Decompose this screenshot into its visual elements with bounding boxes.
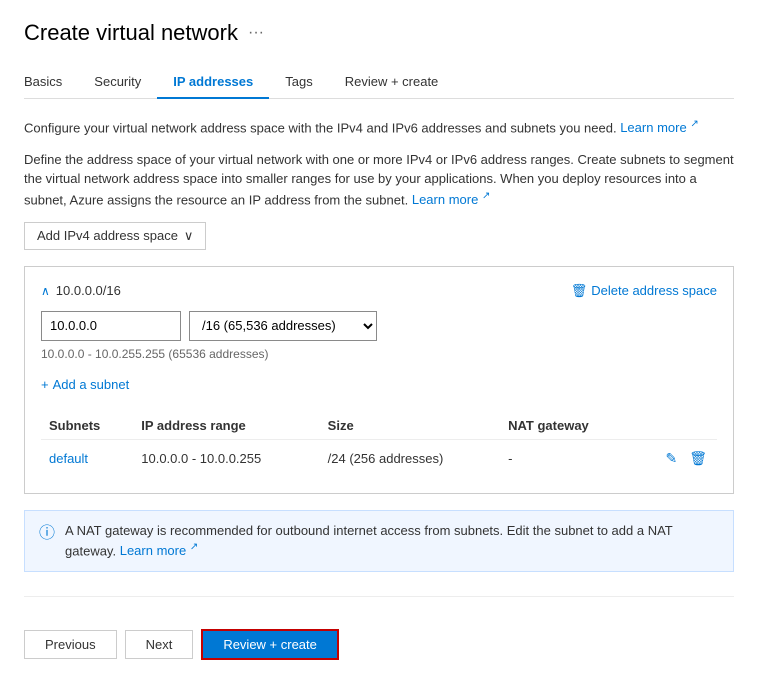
address-space-container: ∧ 10.0.0.0/16 🗑 Delete address space /16… [24,266,734,494]
more-options-icon[interactable]: ··· [248,24,264,42]
footer-buttons: Previous Next Review + create [24,613,734,676]
edit-subnet-button[interactable]: ✎ [663,448,679,469]
external-link-icon-2: ↗ [482,191,490,202]
delete-subnet-button[interactable]: 🗑 [687,448,709,469]
address-space-header: ∧ 10.0.0.0/16 🗑 Delete address space [41,283,717,299]
subnet-name-cell: default [41,439,133,477]
subnet-actions-cell: ✎ 🗑 [633,439,717,477]
add-subnet-label: Add a subnet [53,377,130,392]
action-icons: ✎ 🗑 [641,448,709,469]
subnet-nat-cell: - [500,439,633,477]
external-link-icon-1: ↗ [690,119,698,130]
nat-warning-box: ⓘ A NAT gateway is recommended for outbo… [24,510,734,572]
previous-button[interactable]: Previous [24,630,117,659]
col-header-nat: NAT gateway [500,412,633,440]
tab-review-create[interactable]: Review + create [329,66,455,99]
footer-divider [24,596,734,597]
learn-more-link-1[interactable]: Learn more ↗ [620,120,699,135]
cidr-select[interactable]: /16 (65,536 addresses) /17 (32,768 addre… [189,311,377,341]
tab-tags[interactable]: Tags [269,66,328,99]
address-input-row: /16 (65,536 addresses) /17 (32,768 addre… [41,311,717,341]
plus-icon: + [41,377,49,392]
col-header-actions [633,412,717,440]
add-ipv4-button[interactable]: Add IPv4 address space ∨ [24,222,206,250]
subnets-table: Subnets IP address range Size NAT gatewa… [41,412,717,477]
subnet-ip-range-cell: 10.0.0.0 - 10.0.0.255 [133,439,319,477]
address-space-label: ∧ 10.0.0.0/16 [41,283,121,298]
nat-warning-text: A NAT gateway is recommended for outboun… [65,521,719,561]
trash-icon: 🗑 [689,450,707,466]
tab-security[interactable]: Security [78,66,157,99]
add-subnet-button[interactable]: + Add a subnet [41,373,129,396]
col-header-subnets: Subnets [41,412,133,440]
learn-more-link-2[interactable]: Learn more ↗ [412,192,491,207]
add-ipv4-label: Add IPv4 address space [37,228,178,243]
subnet-name-link[interactable]: default [49,451,88,466]
page-title: Create virtual network [24,20,238,46]
collapse-icon[interactable]: ∧ [41,284,50,298]
col-header-size: Size [320,412,500,440]
tab-bar: Basics Security IP addresses Tags Review… [24,66,734,99]
ip-address-input[interactable] [41,311,181,341]
col-header-ip-range: IP address range [133,412,319,440]
dropdown-arrow-icon: ∨ [184,228,194,244]
edit-icon: ✎ [665,450,677,466]
tab-basics[interactable]: Basics [24,66,78,99]
external-link-icon-3: ↗ [190,542,198,553]
description-1: Configure your virtual network address s… [24,117,734,138]
address-space-value: 10.0.0.0/16 [56,283,121,298]
description-2: Define the address space of your virtual… [24,150,734,210]
delete-address-space-link[interactable]: 🗑 Delete address space [571,283,717,299]
delete-label: Delete address space [591,283,717,298]
info-icon: ⓘ [39,522,55,546]
subnet-size-cell: /24 (256 addresses) [320,439,500,477]
tab-ip-addresses[interactable]: IP addresses [157,66,269,99]
review-create-button[interactable]: Review + create [201,629,339,660]
nat-learn-more-link[interactable]: Learn more ↗ [120,543,199,558]
next-button[interactable]: Next [125,630,194,659]
address-range-hint: 10.0.0.0 - 10.0.255.255 (65536 addresses… [41,347,717,361]
table-row: default 10.0.0.0 - 10.0.0.255 /24 (256 a… [41,439,717,477]
trash-icon-header: 🗑 [571,283,588,299]
table-header-row: Subnets IP address range Size NAT gatewa… [41,412,717,440]
